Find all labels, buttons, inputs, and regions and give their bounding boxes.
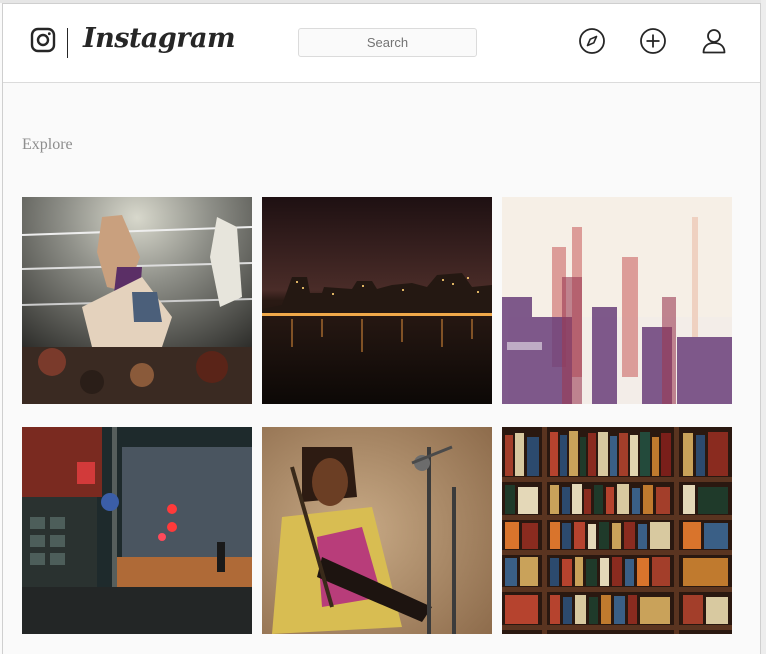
explore-post-bookshelf[interactable] (502, 427, 732, 634)
user-icon[interactable] (700, 27, 728, 55)
explore-post-guitarist[interactable] (262, 427, 492, 634)
plus-circle-icon[interactable] (639, 27, 667, 55)
boxing-painting-image (22, 197, 252, 404)
compass-icon[interactable] (578, 27, 606, 55)
brand-wordmark[interactable]: Instagram (83, 23, 236, 54)
abstract-city-image (502, 197, 732, 404)
explore-post-boxing-painting[interactable] (22, 197, 252, 404)
camera-icon[interactable] (30, 27, 56, 53)
logo-divider (67, 28, 68, 58)
night-skyline-image (262, 197, 492, 404)
guitarist-image (262, 427, 492, 634)
app-window: Instagram Explore (2, 3, 761, 654)
top-nav: Instagram (3, 4, 760, 83)
neon-street-image (22, 427, 252, 634)
window-scrollbar[interactable] (761, 0, 766, 654)
explore-post-abstract-city[interactable] (502, 197, 732, 404)
search-input[interactable] (298, 28, 477, 57)
explore-post-night-skyline[interactable] (262, 197, 492, 404)
bookshelf-image (502, 427, 732, 634)
page-title: Explore (22, 136, 73, 153)
explore-post-neon-street[interactable] (22, 427, 252, 634)
